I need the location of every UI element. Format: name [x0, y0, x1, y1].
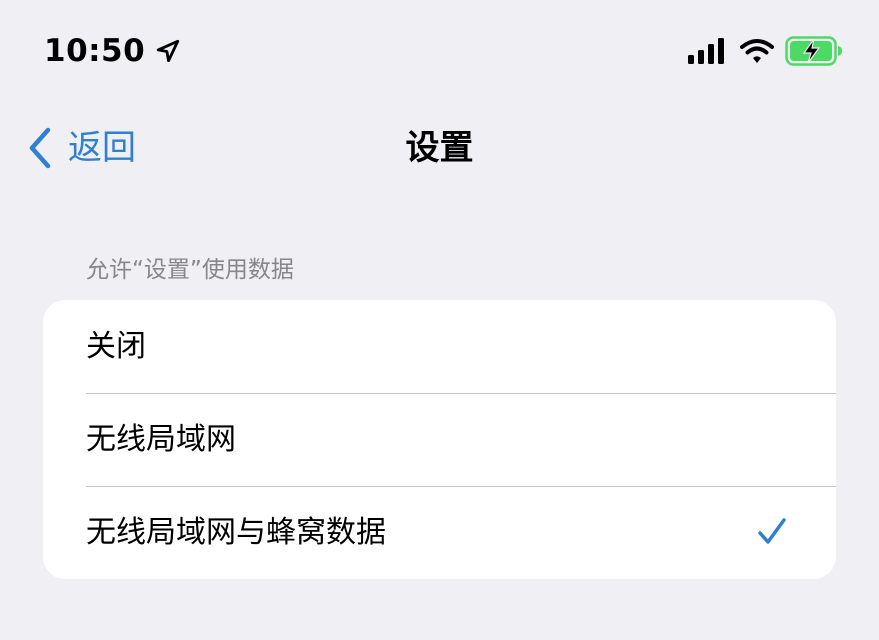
wifi-icon: [740, 39, 774, 63]
option-wlan[interactable]: 无线局域网: [43, 393, 836, 486]
location-arrow-icon: [157, 39, 180, 63]
section-header: 允许“设置”使用数据: [86, 257, 294, 283]
back-button-label: 返回: [68, 128, 136, 168]
navigation-bar: 设置 返回: [0, 110, 879, 186]
option-wlan-and-cellular[interactable]: 无线局域网与蜂窝数据: [43, 486, 836, 579]
status-time-group: 10:50: [44, 28, 181, 74]
battery-charging-icon: [785, 36, 842, 66]
option-label: 无线局域网: [86, 422, 236, 457]
data-usage-options: 关闭 无线局域网 无线局域网与蜂窝数据: [43, 300, 836, 579]
checkmark-icon: [758, 518, 786, 544]
status-indicators: [687, 36, 843, 66]
option-label: 关闭: [86, 329, 146, 364]
chevron-left-icon: [29, 127, 51, 169]
option-label: 无线局域网与蜂窝数据: [86, 515, 386, 550]
cellular-signal-icon: [688, 38, 724, 64]
back-button[interactable]: 返回: [26, 124, 136, 172]
option-off[interactable]: 关闭: [43, 300, 836, 393]
status-bar: 10:50: [0, 0, 879, 100]
status-time: 10:50: [44, 33, 146, 69]
